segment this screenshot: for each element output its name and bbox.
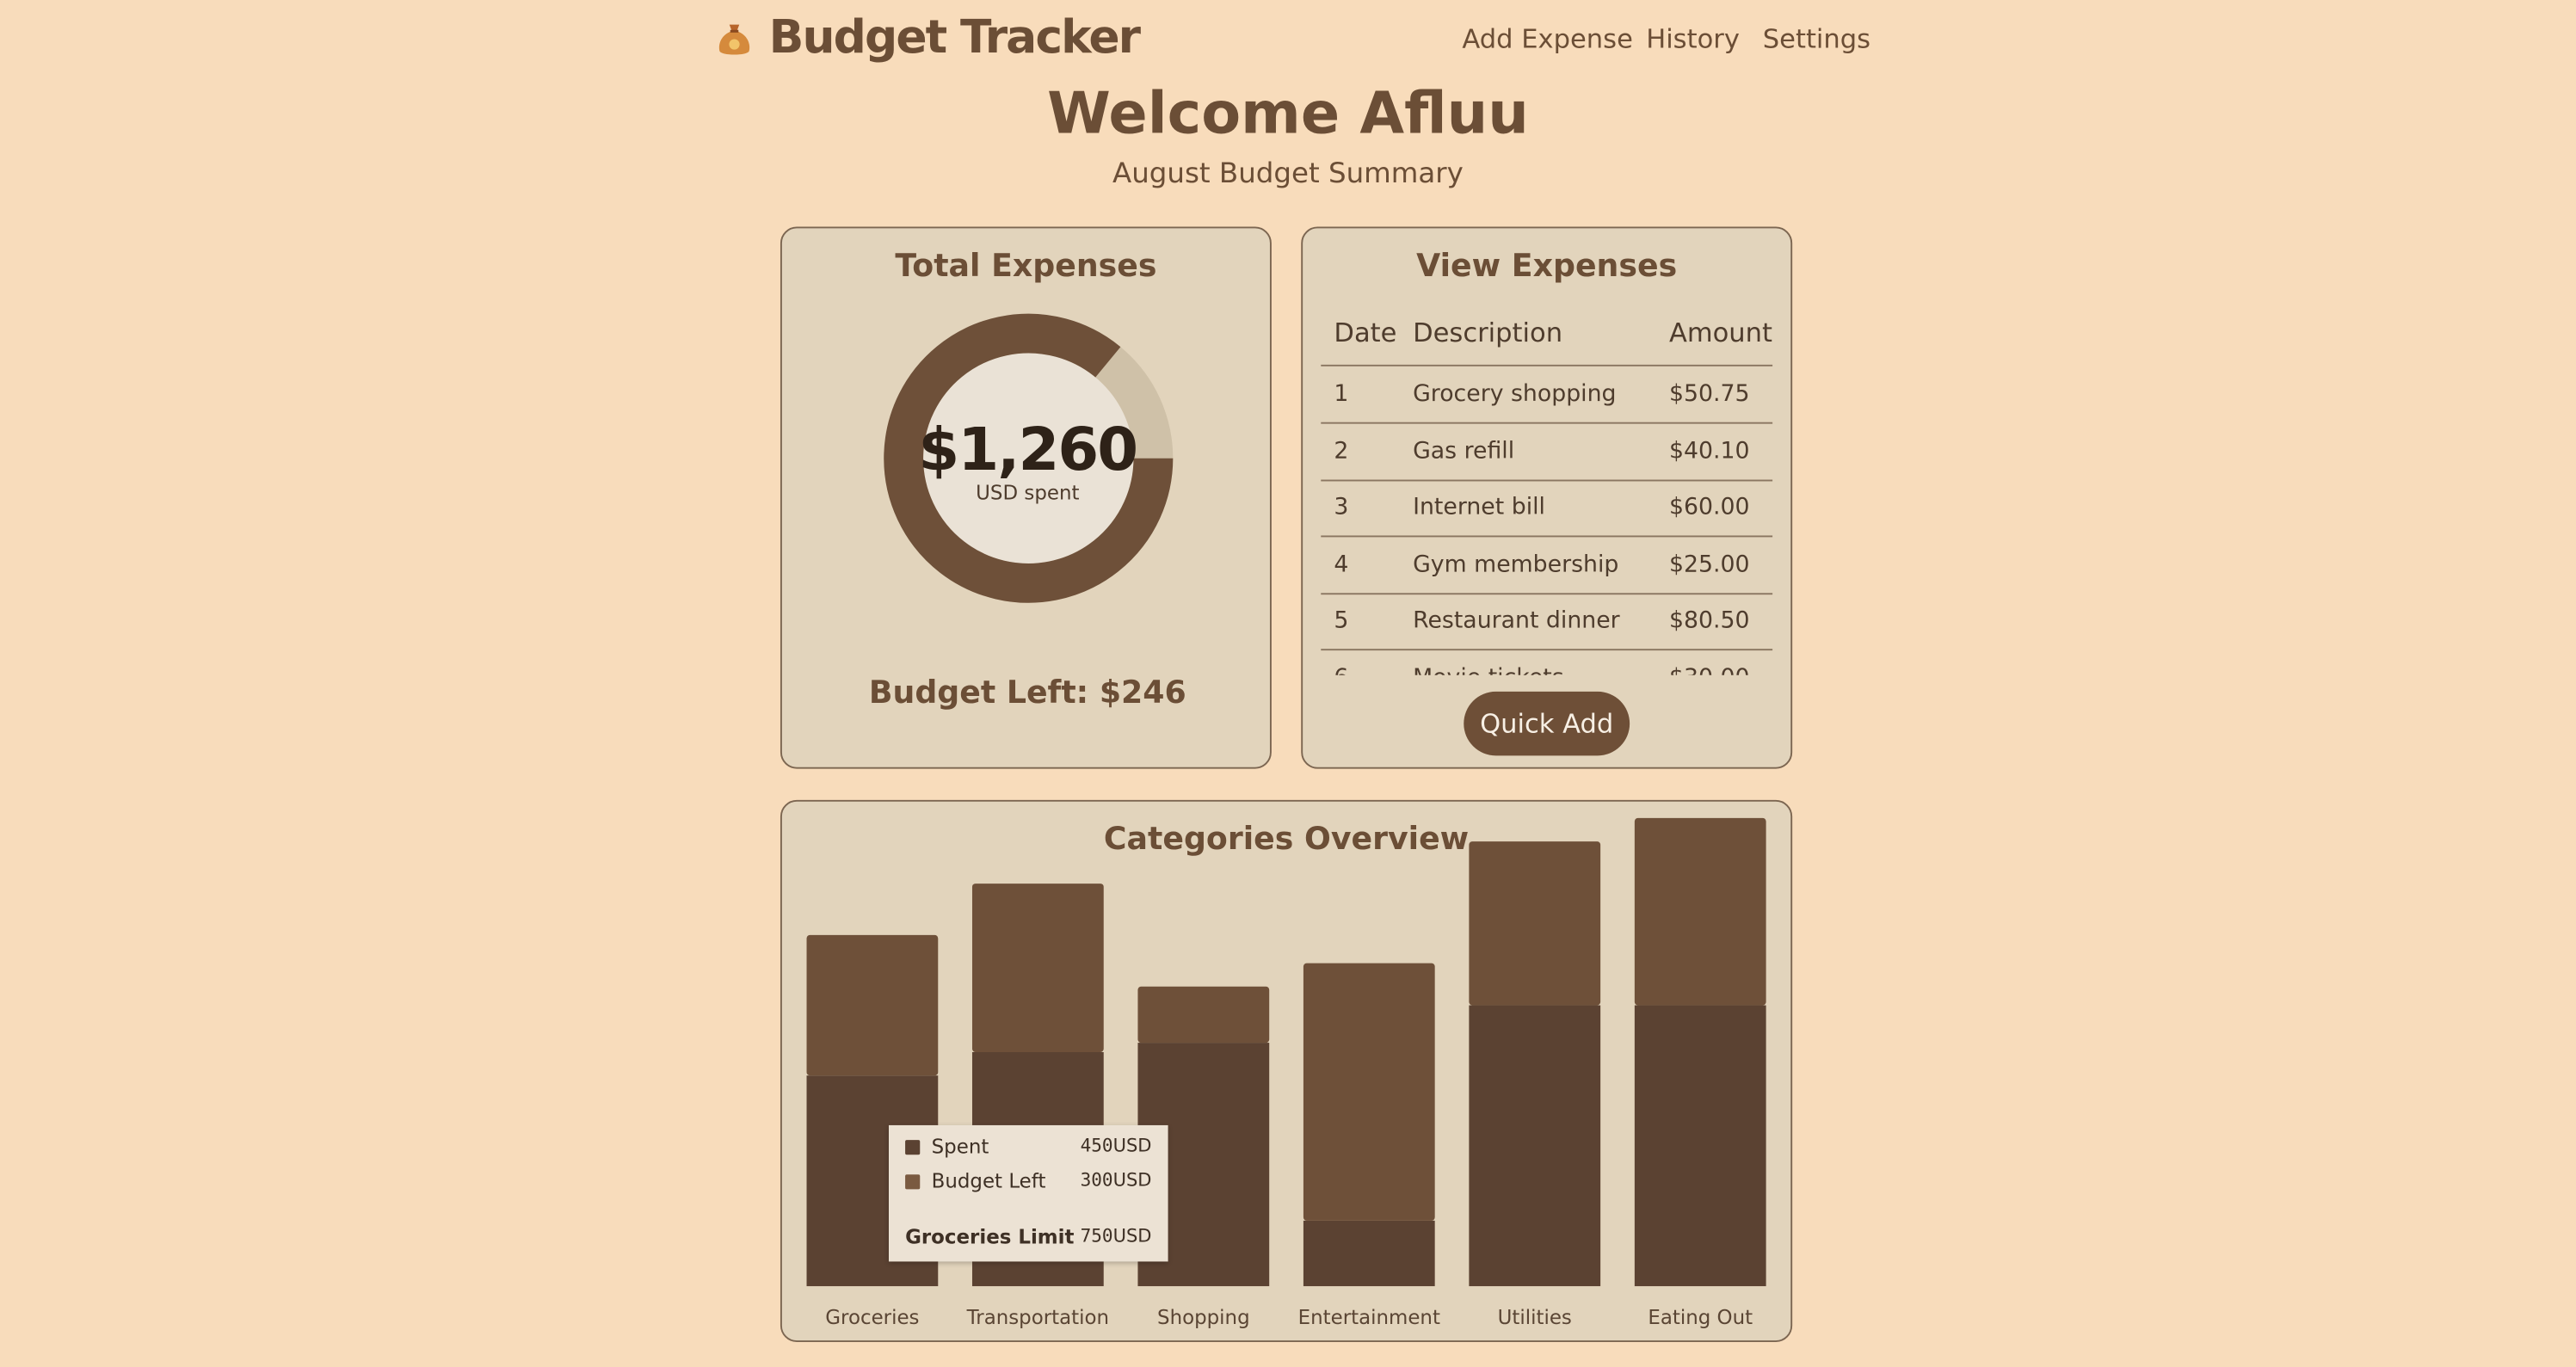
- tooltip-spent-row: Spent 450USD: [905, 1135, 1151, 1161]
- header-description: Description: [1413, 317, 1563, 348]
- expenses-table[interactable]: Date Description Amount 1 Grocery shoppi…: [1321, 304, 1773, 675]
- row-description: Internet bill: [1413, 494, 1545, 521]
- table-header-row: Date Description Amount: [1321, 304, 1773, 366]
- view-expenses-title: View Expenses: [1416, 248, 1678, 285]
- row-date: 1: [1334, 380, 1349, 408]
- header-amount: Amount: [1668, 317, 1773, 348]
- tooltip-budget-left-row: Budget Left 300USD: [905, 1169, 1151, 1196]
- tooltip-budget-left-label: Budget Left: [931, 1169, 1046, 1193]
- table-row[interactable]: 3 Internet bill $60.00: [1321, 480, 1773, 538]
- row-amount: $60.00: [1668, 494, 1750, 521]
- budget-left-swatch: [905, 1174, 921, 1190]
- row-date: 6: [1334, 665, 1348, 674]
- view-expenses-card: View Expenses Date Description Amount 1 …: [1301, 226, 1793, 769]
- header-date: Date: [1334, 317, 1397, 348]
- row-date: 4: [1334, 551, 1349, 579]
- nav-settings[interactable]: Settings: [1763, 23, 1870, 54]
- nav-history[interactable]: History: [1646, 23, 1740, 54]
- row-amount: $30.00: [1669, 665, 1750, 674]
- bar-spent-entertainment[interactable]: [1303, 1220, 1435, 1287]
- bar-budget-left-eating-out[interactable]: [1634, 817, 1766, 1006]
- table-row[interactable]: 2 Gas refill $40.10: [1321, 424, 1773, 482]
- row-date: 3: [1334, 494, 1349, 521]
- category-label-entertainment: Entertainment: [1298, 1307, 1440, 1329]
- category-label-shopping: Shopping: [1157, 1307, 1250, 1329]
- row-description: Restaurant dinner: [1413, 607, 1620, 635]
- tooltip-limit-unit: USD: [1112, 1225, 1152, 1247]
- category-label-transportation: Transportation: [966, 1307, 1109, 1329]
- table-row[interactable]: 1 Grocery shopping $50.75: [1321, 366, 1773, 424]
- nav-add-expense[interactable]: Add Expense: [1462, 23, 1633, 54]
- bar-budget-left-shopping[interactable]: [1137, 986, 1270, 1044]
- tooltip-limit-value: 750USD: [1081, 1225, 1152, 1247]
- tooltip-spent-value: 450USD: [1081, 1135, 1152, 1156]
- app-root: Budget Tracker Add Expense History Setti…: [0, 0, 2576, 1367]
- total-spent-unit: USD spent: [976, 481, 1080, 505]
- tooltip-limit-row: Groceries Limit 750USD: [905, 1225, 1151, 1252]
- tooltip-left-unit: USD: [1112, 1169, 1152, 1192]
- categories-overview-card: Categories Overview Groceries Transportat…: [780, 799, 1793, 1342]
- app-title: Budget Tracker: [768, 9, 1141, 65]
- tooltip-spent-label: Spent: [931, 1135, 989, 1159]
- total-spent-amount: $1,260: [918, 416, 1138, 485]
- chart-tooltip: Spent 450USD Budget Left 300USD Grocerie…: [888, 1124, 1168, 1262]
- bar-spent-utilities[interactable]: [1469, 1005, 1601, 1287]
- tooltip-spent-number: 450: [1080, 1135, 1113, 1157]
- quick-add-button[interactable]: Quick Add: [1464, 691, 1630, 756]
- row-description: Gym membership: [1413, 551, 1619, 579]
- row-amount: $40.10: [1668, 438, 1750, 465]
- total-expenses-card: Total Expenses $1,260 USD spent Budget L…: [780, 226, 1272, 769]
- row-description: Movie tickets: [1413, 665, 1564, 674]
- bar-budget-left-entertainment[interactable]: [1303, 963, 1435, 1221]
- table-row[interactable]: 6 Movie tickets $30.00: [1321, 650, 1772, 674]
- row-date: 2: [1334, 438, 1349, 465]
- budget-summary-subtitle: August Budget Summary: [1112, 157, 1464, 191]
- row-description: Grocery shopping: [1413, 380, 1617, 408]
- budget-left-text: Budget Left: $246: [868, 674, 1186, 711]
- tooltip-left-number: 300: [1080, 1169, 1113, 1192]
- row-amount: $25.00: [1668, 551, 1750, 579]
- category-label-eating-out: Eating Out: [1648, 1307, 1753, 1329]
- row-amount: $50.75: [1668, 380, 1750, 408]
- bar-budget-left-groceries[interactable]: [806, 934, 939, 1076]
- tooltip-limit-label: Groceries Limit: [905, 1225, 1075, 1249]
- total-expenses-title: Total Expenses: [895, 248, 1157, 285]
- table-row[interactable]: 5 Restaurant dinner $80.50: [1321, 593, 1773, 651]
- spent-swatch: [905, 1140, 921, 1155]
- tooltip-budget-left-value: 300USD: [1081, 1169, 1152, 1191]
- row-description: Gas refill: [1413, 438, 1515, 465]
- welcome-heading: Welcome Afluu: [1047, 82, 1529, 148]
- tooltip-limit-number: 750: [1080, 1225, 1113, 1247]
- tooltip-spent-unit: USD: [1112, 1135, 1152, 1157]
- bar-budget-left-utilities[interactable]: [1469, 841, 1601, 1006]
- row-amount: $80.50: [1668, 607, 1750, 635]
- categories-bar-chart: Groceries Transportation Shopping Entertain…: [806, 817, 1766, 1329]
- bar-spent-eating-out[interactable]: [1634, 1005, 1766, 1287]
- row-date: 5: [1334, 607, 1349, 635]
- category-label-utilities: Utilities: [1498, 1307, 1572, 1329]
- bar-budget-left-transportation[interactable]: [971, 884, 1104, 1052]
- category-label-groceries: Groceries: [825, 1307, 919, 1329]
- table-row[interactable]: 4 Gym membership $25.00: [1321, 537, 1773, 595]
- money-bag-icon: [718, 24, 750, 55]
